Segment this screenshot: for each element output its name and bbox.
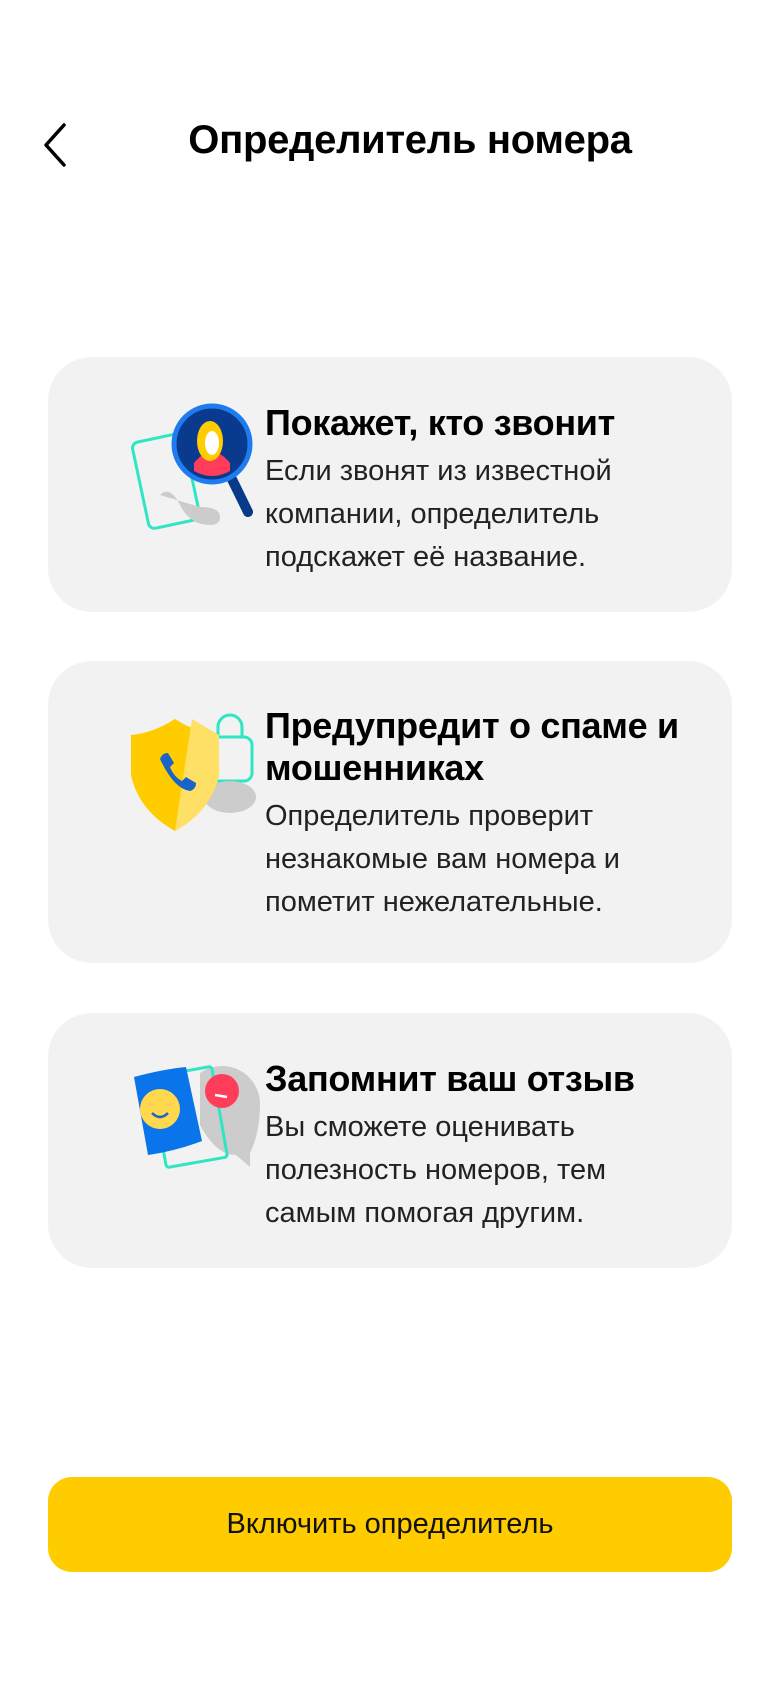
enable-caller-id-button[interactable]: Включить определитель <box>48 1477 732 1572</box>
feature-description: Вы сможете оценивать полезность номеров,… <box>265 1111 607 1229</box>
feature-description: Если звонят из известной компании, опред… <box>265 455 612 573</box>
magnifier-caller-icon <box>131 403 253 530</box>
shield-phone-icon <box>131 713 256 831</box>
feature-card-caller-id: Покажет, кто звонит Если звонят из извес… <box>48 357 732 612</box>
feature-title: Предупредит о спаме и мошенниках <box>265 705 679 788</box>
feature-card-spam: Предупредит о спаме и мошенниках Определ… <box>48 661 732 963</box>
feature-description: Определитель проверит незнакомые вам ном… <box>265 800 620 918</box>
feature-card-review: Запомнит ваш отзыв Вы сможете оценивать … <box>48 1013 732 1268</box>
feature-title: Покажет, кто звонит <box>265 402 615 443</box>
review-smiley-icon <box>134 1065 260 1169</box>
page-title: Определитель номера <box>188 118 632 162</box>
back-button[interactable] <box>36 115 96 175</box>
feature-title: Запомнит ваш отзыв <box>265 1058 635 1099</box>
chevron-left-icon <box>44 123 66 167</box>
